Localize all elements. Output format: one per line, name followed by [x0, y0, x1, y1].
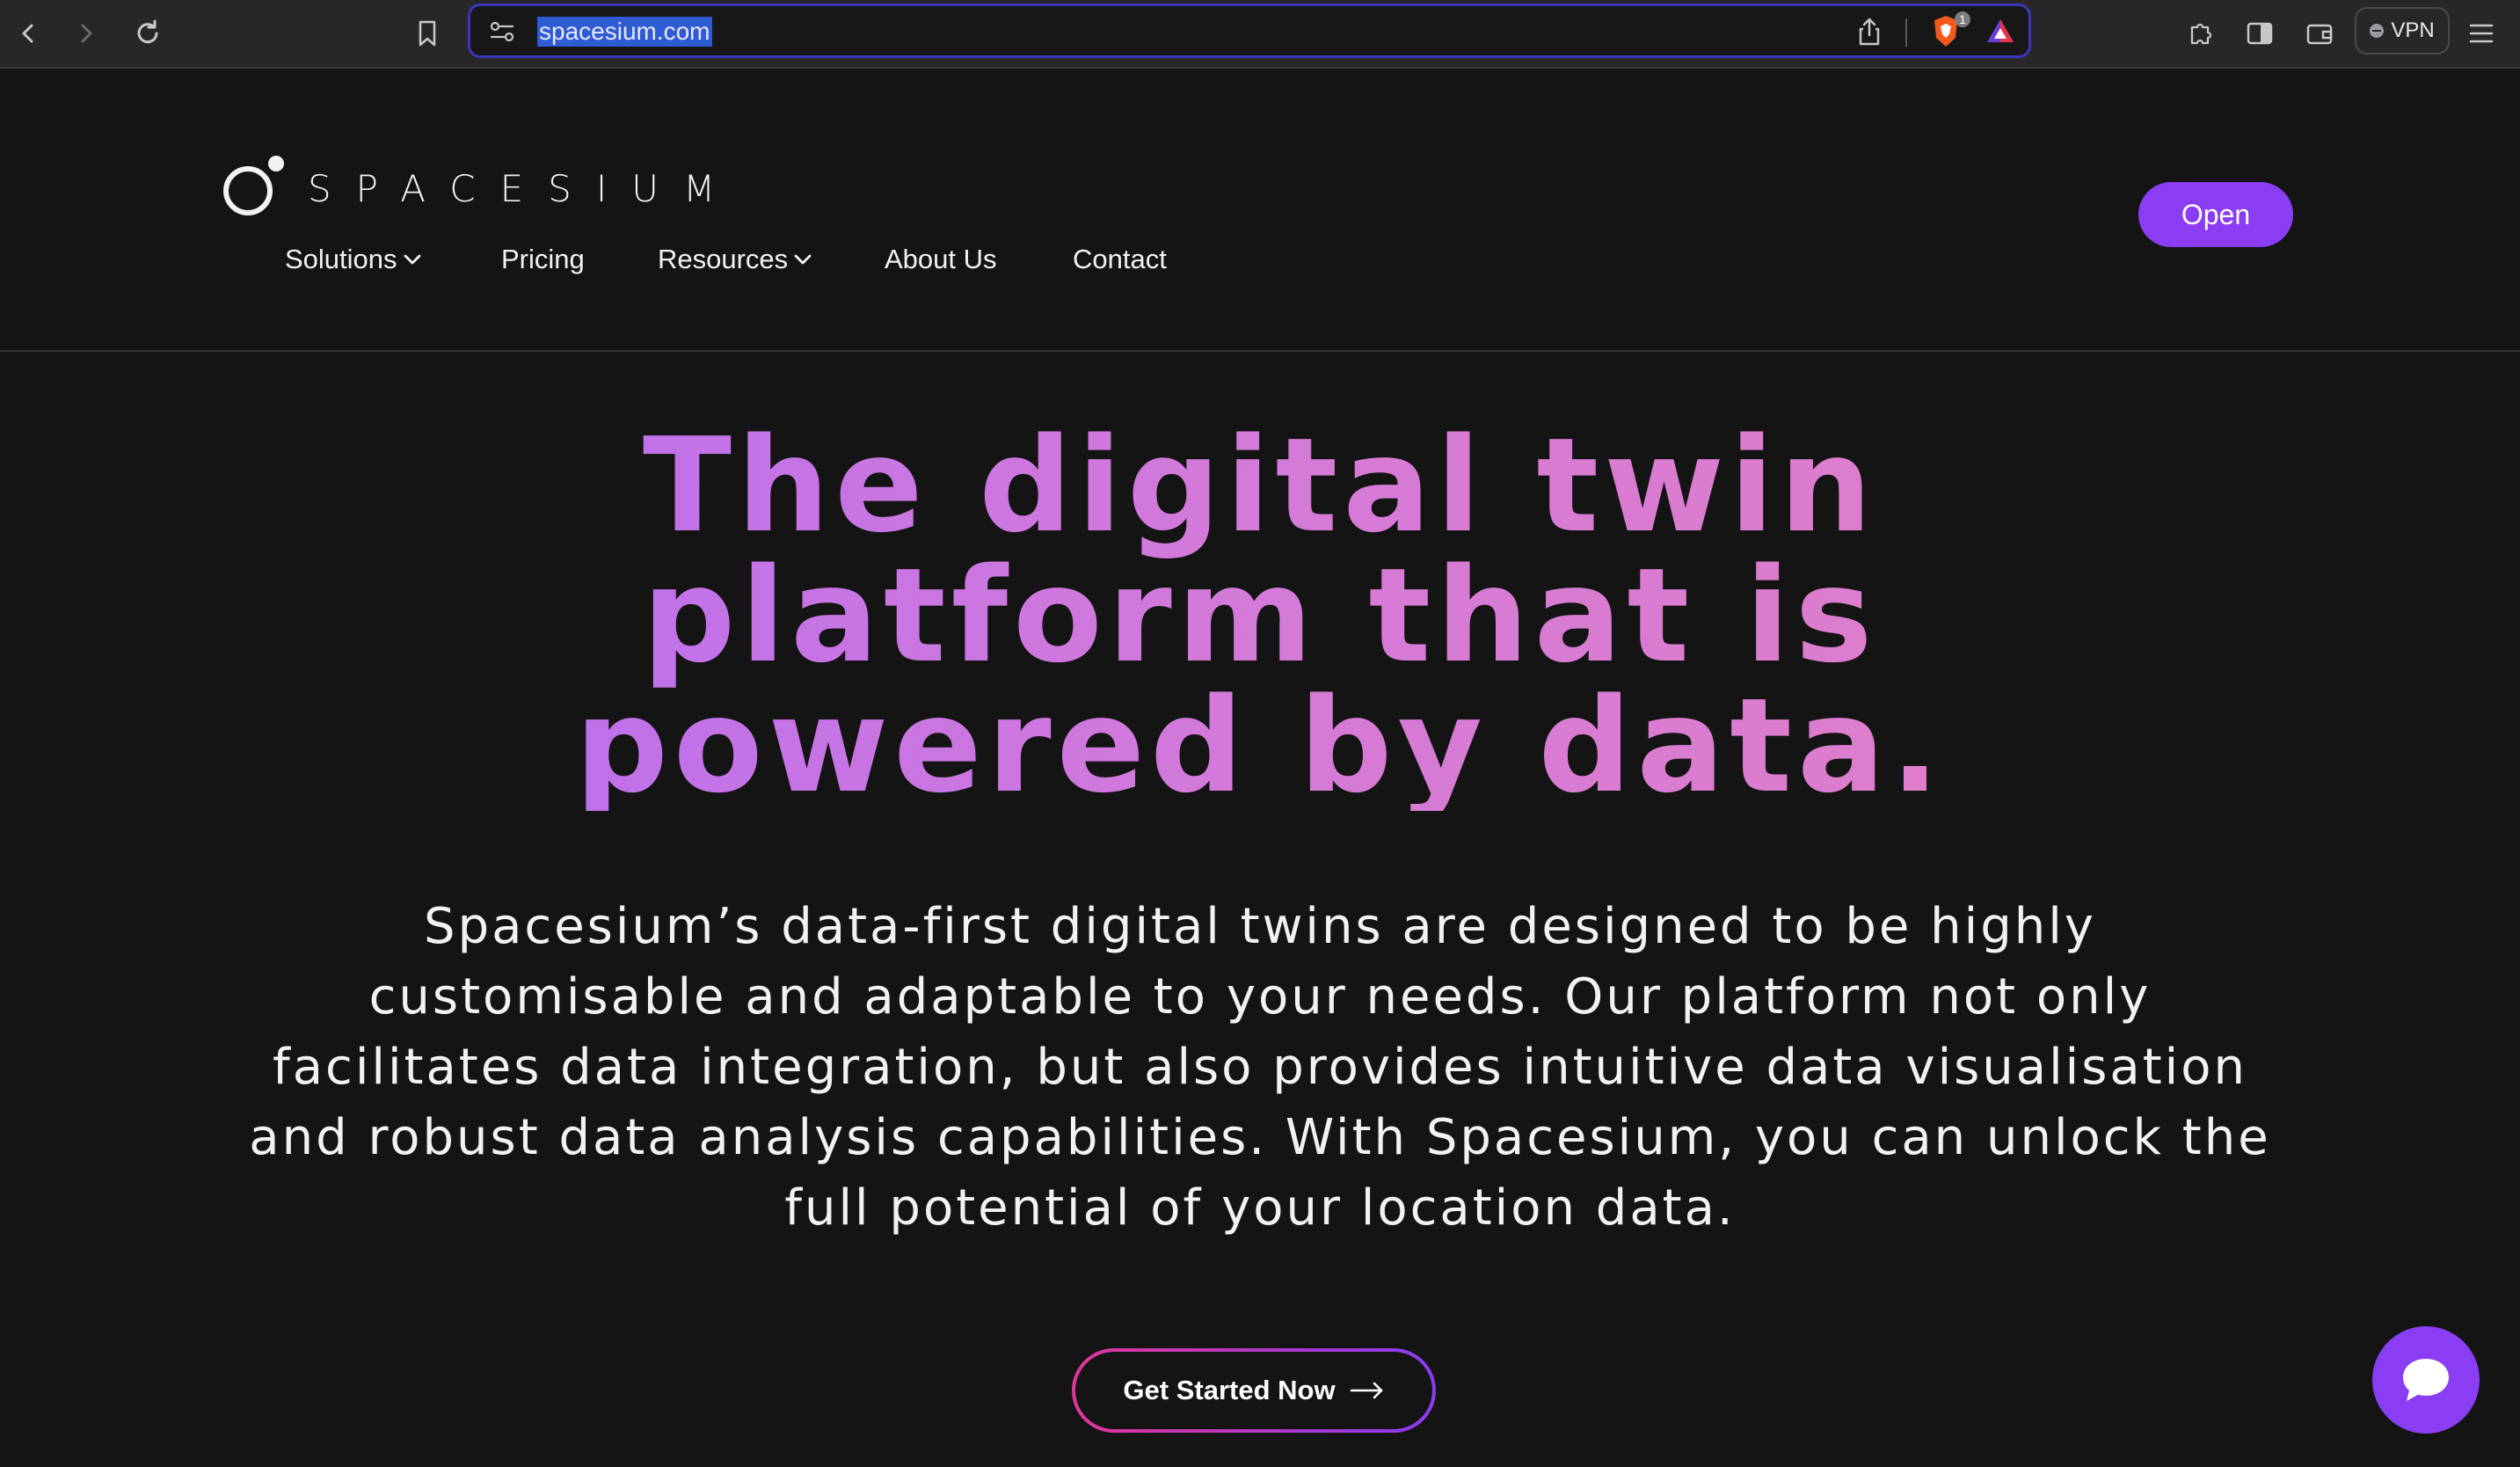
reload-icon: [137, 19, 158, 44]
nav-item-label: About Us: [885, 244, 997, 274]
spacesium-logo-icon[interactable]: [220, 152, 301, 223]
address-bar-divider: [1905, 18, 1907, 47]
hero-title-line: platform that is: [642, 540, 1878, 691]
hamburger-menu-icon: [2469, 24, 2494, 43]
page-root: spacesium.com 1 VPN SPACESIUM Solutions …: [0, 0, 2520, 1467]
nav-item-about-us[interactable]: About Us: [885, 237, 997, 281]
nav-item-solutions[interactable]: Solutions: [285, 237, 422, 281]
logo-wordmark[interactable]: SPACESIUM: [308, 167, 739, 210]
bookmark-icon: [419, 20, 436, 47]
puzzle-icon: [2190, 23, 2212, 45]
site-header: SPACESIUM Solutions Pricing Resources Ab…: [0, 69, 2520, 352]
browser-menu-button[interactable]: [2462, 14, 2501, 53]
sidebar-icon: [2247, 22, 2273, 45]
reload-button[interactable]: [128, 14, 167, 53]
brave-rewards-icon[interactable]: [1985, 17, 2016, 45]
browser-toolbar: spacesium.com 1 VPN: [0, 0, 2520, 69]
vpn-button[interactable]: VPN: [2355, 7, 2450, 55]
wallet-button[interactable]: [2300, 14, 2339, 53]
shield-count-badge: 1: [1955, 11, 1970, 27]
vpn-label: VPN: [2391, 18, 2435, 42]
nav-item-label: Solutions: [285, 244, 397, 274]
chevron-down-icon: [794, 254, 812, 265]
back-button[interactable]: [9, 14, 47, 53]
nav-item-pricing[interactable]: Pricing: [501, 237, 585, 281]
get-started-button[interactable]: Get Started Now: [1072, 1348, 1436, 1433]
nav-item-label: Pricing: [501, 244, 585, 274]
address-bar[interactable]: spacesium.com 1: [468, 4, 2031, 58]
site-settings-icon[interactable]: [488, 18, 516, 45]
chat-bubble-icon: [2403, 1359, 2449, 1401]
nav-item-resources[interactable]: Resources: [658, 237, 812, 281]
nav-item-contact[interactable]: Contact: [1073, 237, 1167, 281]
nav-item-label: Contact: [1073, 244, 1167, 274]
hero-title-line: powered by data.: [574, 670, 1946, 821]
open-button[interactable]: Open: [2138, 182, 2293, 247]
hero-title-line: The digital twin: [642, 410, 1877, 561]
get-started-label: Get Started Now: [1123, 1375, 1336, 1405]
wallet-icon: [2306, 24, 2333, 45]
chevron-right-icon: [81, 24, 92, 43]
hero-title: The digital twin platform that is powere…: [381, 420, 2139, 811]
sidebar-button[interactable]: [2240, 14, 2279, 53]
hero-description: Spacesium’s data-first digital twins are…: [249, 898, 2271, 1237]
nav-item-label: Resources: [658, 244, 789, 274]
forward-button[interactable]: [67, 14, 106, 53]
chevron-down-icon: [404, 254, 420, 265]
bookmark-button[interactable]: [408, 14, 447, 53]
share-icon[interactable]: [1856, 17, 1883, 47]
arrow-right-icon: [1350, 1382, 1382, 1399]
chat-widget-button[interactable]: [2372, 1326, 2480, 1434]
vpn-status-icon: [2370, 24, 2385, 38]
chevron-left-icon: [22, 24, 33, 43]
extensions-button[interactable]: [2182, 14, 2221, 53]
url-text[interactable]: spacesium.com: [537, 17, 712, 47]
